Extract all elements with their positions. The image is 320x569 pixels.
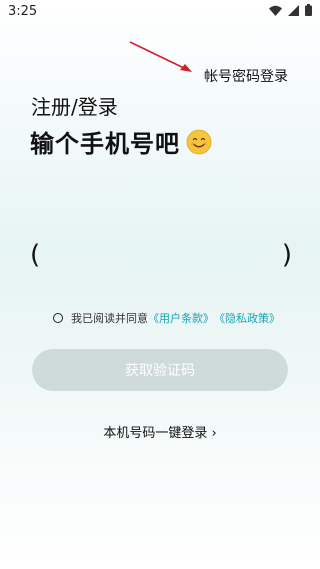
agreement-prefix: 我已阅读并同意 [71, 312, 148, 325]
phone-input-group: ( ) [30, 238, 292, 274]
title-enter-phone-text: 输个手机号吧 [30, 130, 180, 158]
title-register-login: 注册/登录 [31, 95, 118, 119]
user-terms-link[interactable]: 《用户条款》 [148, 310, 214, 326]
signal-icon [288, 4, 299, 16]
onekey-login-link[interactable]: 本机号码一键登录 › [0, 422, 320, 441]
agreement-row: 我已阅读并同意 《用户条款》 《隐私政策》 [53, 310, 280, 326]
status-time: 3:25 [8, 4, 38, 19]
get-verification-code-button[interactable]: 获取验证码 [32, 349, 288, 391]
account-password-login-link[interactable]: 帐号密码登录 [204, 66, 288, 86]
privacy-policy-link[interactable]: 《隐私政策》 [214, 310, 280, 326]
phone-input[interactable] [46, 242, 276, 270]
status-bar: 3:25 [0, 0, 320, 24]
battery-icon [305, 4, 312, 16]
agreement-checkbox[interactable] [53, 313, 63, 323]
status-icons [269, 4, 312, 16]
smile-emoji-icon [186, 129, 212, 154]
red-arrow-icon [129, 41, 192, 72]
title-enter-phone: 输个手机号吧 [30, 124, 212, 159]
left-paren: ( [30, 240, 41, 270]
wifi-icon [269, 5, 282, 16]
right-paren: ) [281, 240, 292, 270]
